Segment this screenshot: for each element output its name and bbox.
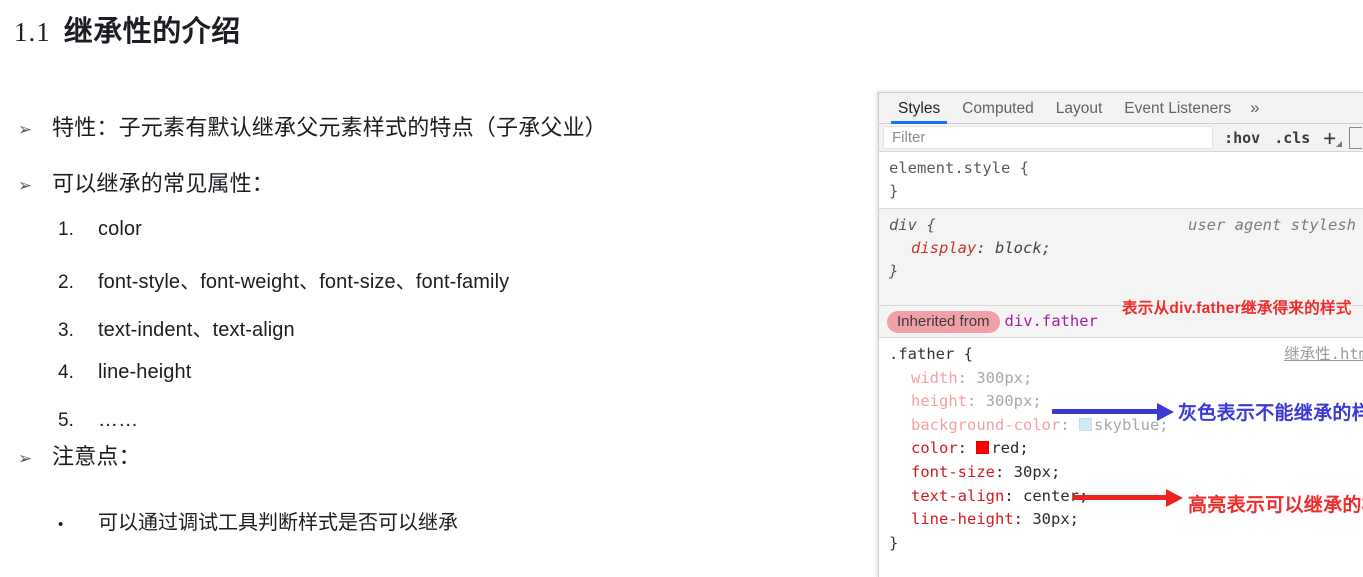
rule-source-link[interactable]: 继承性.htm <box>1284 343 1363 367</box>
dropdown-triangle-icon <box>1336 140 1342 147</box>
filter-input[interactable]: Filter <box>883 126 1214 149</box>
list-item: ➢ 特性：子元素有默认继承父元素样式的特点（子承父业） <box>18 110 607 142</box>
devtools-tab-bar: Styles Computed Layout Event Listeners » <box>879 93 1363 124</box>
more-tabs-icon[interactable]: » <box>1242 94 1267 122</box>
annotation-inherit-note: 表示从div.father继承得来的样式 <box>1122 300 1352 317</box>
declaration-property[interactable]: font-size <box>911 463 995 481</box>
list-item-label: color <box>98 218 142 240</box>
tab-computed[interactable]: Computed <box>951 94 1045 123</box>
arrow-head-icon <box>1157 403 1174 421</box>
tab-styles[interactable]: Styles <box>887 94 951 124</box>
declaration-property[interactable]: color <box>911 439 958 457</box>
declaration-property[interactable]: width <box>911 369 958 387</box>
arrow-bullet-icon: ➢ <box>18 176 33 195</box>
list-item-label: …… <box>98 409 139 431</box>
slide-content: 1.1 继承性的介绍 ➢ 特性：子元素有默认继承父元素样式的特点（子承父业） ➢ … <box>0 0 880 577</box>
slide-page: 1.1 继承性的介绍 ➢ 特性：子元素有默认继承父元素样式的特点（子承父业） ➢ … <box>0 0 1363 577</box>
declaration-color[interactable]: color: red; <box>889 437 1363 461</box>
list-item: 1. color <box>58 218 142 241</box>
computed-sidebar-toggle-icon[interactable] <box>1349 126 1362 149</box>
rule-source-label: user agent stylesh <box>1188 215 1356 234</box>
declaration-display[interactable]: display: block; <box>889 237 1363 260</box>
list-item-label: 注意点： <box>52 444 141 469</box>
list-item-label: text-indent、text-align <box>98 319 295 341</box>
page-title-text: 继承性的介绍 <box>63 16 241 48</box>
page-title: 1.1 继承性的介绍 <box>14 8 241 50</box>
arrow-bullet-icon: ➢ <box>18 120 33 139</box>
page-title-number: 1.1 <box>14 17 51 47</box>
inherited-from-target[interactable]: div.father <box>1005 312 1098 330</box>
list-item: 5. …… <box>58 409 138 432</box>
declaration-colon: : <box>976 238 995 257</box>
ordered-marker: 1. <box>58 219 74 240</box>
declaration-value[interactable]: 300px; <box>986 392 1042 410</box>
declaration-value[interactable]: 300px; <box>976 369 1032 387</box>
list-item-label: 特性：子元素有默认继承父元素样式的特点（子承父业） <box>52 115 608 140</box>
declaration-width[interactable]: width: 300px; <box>889 367 1363 391</box>
rule-father[interactable]: 继承性.htm .father { width: 300px; height: … <box>879 338 1363 561</box>
list-item: ➢ 注意点： <box>18 439 141 471</box>
declaration-value[interactable]: red; <box>991 439 1028 457</box>
rule-close-brace: } <box>889 533 899 552</box>
rule-element-style[interactable]: element.style { } <box>879 152 1363 209</box>
list-item: 2. font-style、font-weight、font-size、font… <box>58 265 509 294</box>
tab-event-listeners[interactable]: Event Listeners <box>1113 94 1242 123</box>
declaration-property[interactable]: background-color <box>911 416 1060 434</box>
declaration-property[interactable]: display <box>911 239 976 257</box>
arrow-bullet-icon: ➢ <box>18 449 33 468</box>
plus-icon[interactable]: + <box>1317 125 1346 150</box>
list-item: 4. line-height <box>58 361 191 384</box>
inherited-from-pill: Inherited from <box>887 311 1000 334</box>
rule-close-brace: } <box>889 262 899 280</box>
declaration-property[interactable]: line-height <box>911 510 1014 528</box>
list-item-label: line-height <box>98 361 192 383</box>
tab-layout[interactable]: Layout <box>1045 94 1114 123</box>
list-item-label: font-style、font-weight、font-size、font-fa… <box>98 271 510 293</box>
declaration-font-size[interactable]: font-size: 30px; <box>889 461 1363 485</box>
cls-toggle-button[interactable]: .cls <box>1267 129 1317 147</box>
declaration-value[interactable]: 30px; <box>1014 463 1061 481</box>
declaration-property[interactable]: text-align <box>911 487 1004 505</box>
styles-filter-bar: Filter :hov .cls + <box>879 124 1363 152</box>
list-item: 3. text-indent、text-align <box>58 313 295 342</box>
ordered-marker: 4. <box>58 362 74 383</box>
declaration-value[interactable]: block; <box>995 239 1051 257</box>
list-item-label: 可以通过调试工具判断样式是否可以继承 <box>98 512 458 534</box>
annotation-highlight-note: 高亮表示可以继承的样 <box>1188 495 1363 516</box>
declaration-value[interactable]: 30px; <box>1032 510 1079 528</box>
rule-close-brace: } <box>889 182 899 201</box>
ordered-marker: 2. <box>58 272 74 293</box>
arrow-shaft <box>1073 495 1167 500</box>
arrow-shaft <box>1052 409 1158 414</box>
declaration-property[interactable]: height <box>911 392 967 410</box>
list-item: • 可以通过调试工具判断样式是否可以继承 <box>58 506 458 535</box>
annotation-gray-note: 灰色表示不能继承的样 <box>1178 403 1363 424</box>
ordered-marker: 3. <box>58 320 74 341</box>
rule-selector: element.style { <box>889 159 1029 177</box>
color-swatch-icon[interactable] <box>1078 417 1092 431</box>
color-swatch-icon[interactable] <box>976 441 990 455</box>
rule-user-agent-div[interactable]: user agent stylesh div { display: block;… <box>879 208 1363 307</box>
hov-toggle-button[interactable]: :hov <box>1217 129 1267 147</box>
dot-bullet-icon: • <box>58 516 64 533</box>
plus-glyph: + <box>1323 125 1336 150</box>
list-item-label: 可以继承的常见属性： <box>52 171 275 196</box>
list-item: ➢ 可以继承的常见属性： <box>18 166 274 198</box>
ordered-marker: 5. <box>58 410 74 431</box>
arrow-head-icon <box>1166 489 1183 507</box>
